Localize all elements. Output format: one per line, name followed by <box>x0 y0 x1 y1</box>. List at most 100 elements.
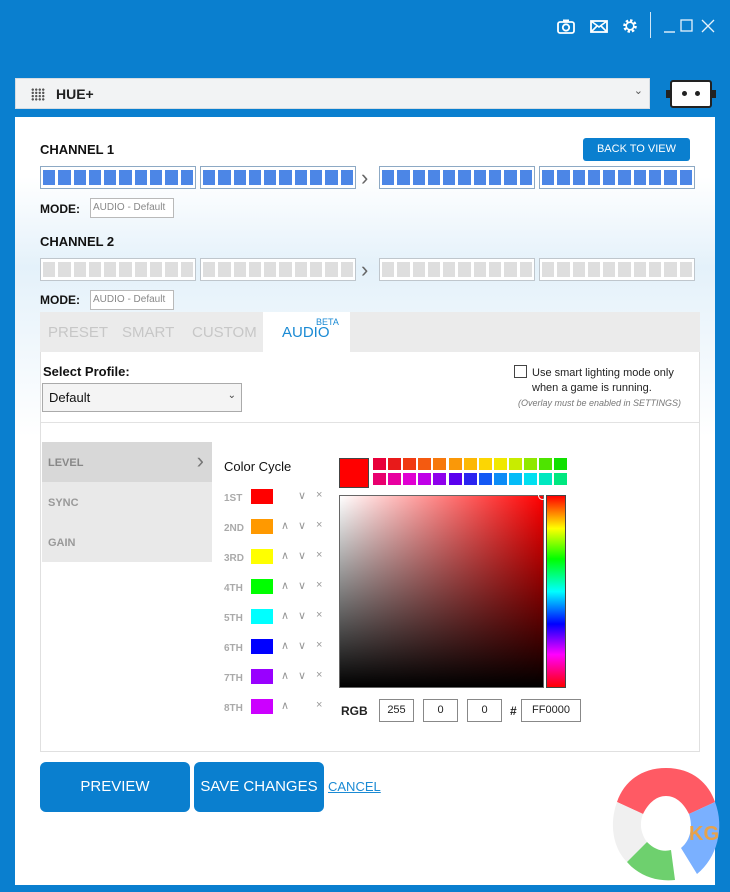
camera-icon[interactable] <box>556 16 576 36</box>
channel-1-strip-2[interactable] <box>200 166 356 189</box>
preview-button[interactable]: PREVIEW <box>40 762 190 812</box>
move-down-icon[interactable]: ∨ <box>298 579 306 592</box>
palette-swatch[interactable] <box>433 458 447 470</box>
cancel-link[interactable]: CANCEL <box>328 779 381 794</box>
remove-icon[interactable]: × <box>316 609 322 621</box>
palette-swatch[interactable] <box>539 458 553 470</box>
close-icon[interactable] <box>698 16 718 36</box>
led-cell <box>279 262 292 277</box>
menu-item-sync[interactable]: SYNC <box>42 482 212 522</box>
hex-input[interactable]: FF0000 <box>521 699 581 722</box>
led-cell <box>572 262 585 277</box>
remove-icon[interactable]: × <box>316 489 322 501</box>
gear-icon[interactable] <box>620 16 640 36</box>
color-cycle-title: Color Cycle <box>224 459 292 474</box>
green-input[interactable]: 0 <box>423 699 458 722</box>
move-up-icon[interactable]: ∧ <box>281 519 289 532</box>
channel-2-strip-1[interactable] <box>40 258 196 281</box>
color-swatch[interactable] <box>251 519 273 534</box>
hue-slider[interactable] <box>546 495 566 688</box>
palette-swatch[interactable] <box>508 458 522 470</box>
palette-swatch[interactable] <box>554 473 568 485</box>
remove-icon[interactable]: × <box>316 549 322 561</box>
move-down-icon[interactable]: ∨ <box>298 669 306 682</box>
tab-smart[interactable]: SMART <box>122 324 174 341</box>
palette-swatch[interactable] <box>539 473 553 485</box>
palette-swatch[interactable] <box>403 473 417 485</box>
tab-custom[interactable]: CUSTOM <box>192 324 257 341</box>
move-up-icon[interactable]: ∧ <box>281 549 289 562</box>
color-swatch[interactable] <box>251 549 273 564</box>
red-input[interactable]: 255 <box>379 699 414 722</box>
palette-swatch[interactable] <box>463 473 477 485</box>
color-swatch[interactable] <box>251 609 273 624</box>
remove-icon[interactable]: × <box>316 519 322 531</box>
led-cell <box>233 262 246 277</box>
tab-audio[interactable]: AUDIO BETA <box>263 312 350 352</box>
led-cell <box>134 262 148 277</box>
color-swatch[interactable] <box>251 639 273 654</box>
color-swatch[interactable] <box>251 579 273 594</box>
palette-swatch[interactable] <box>433 473 447 485</box>
palette-swatch[interactable] <box>463 458 477 470</box>
tab-preset[interactable]: PRESET <box>48 324 108 341</box>
maximize-icon[interactable] <box>677 16 697 36</box>
move-up-icon[interactable]: ∧ <box>281 639 289 652</box>
palette-swatch[interactable] <box>388 458 402 470</box>
palette-swatch[interactable] <box>403 458 417 470</box>
blue-input[interactable]: 0 <box>467 699 502 722</box>
move-up-icon[interactable]: ∧ <box>281 609 289 622</box>
smart-lighting-checkbox[interactable] <box>514 365 527 378</box>
palette-swatch[interactable] <box>493 473 507 485</box>
mail-icon[interactable] <box>589 16 609 36</box>
move-down-icon[interactable]: ∨ <box>298 609 306 622</box>
palette-swatch[interactable] <box>418 473 432 485</box>
menu-item-level[interactable]: LEVEL › <box>42 442 212 482</box>
channel-1-strip-3[interactable] <box>379 166 535 189</box>
move-up-icon[interactable]: ∧ <box>281 669 289 682</box>
remove-icon[interactable]: × <box>316 579 322 591</box>
channel-2-strip-4[interactable] <box>539 258 695 281</box>
saturation-value-picker[interactable] <box>339 495 544 688</box>
device-selector[interactable]: HUE+ ⌄ <box>15 78 650 109</box>
remove-icon[interactable]: × <box>316 669 322 681</box>
remove-icon[interactable]: × <box>316 699 322 711</box>
back-to-view-button[interactable]: BACK TO VIEW <box>583 138 690 161</box>
palette-swatch[interactable] <box>478 473 492 485</box>
menu-item-gain[interactable]: GAIN <box>42 522 212 562</box>
color-swatch[interactable] <box>251 669 273 684</box>
channel-1-mode-value: AUDIO - Default <box>90 198 174 218</box>
move-down-icon[interactable]: ∨ <box>298 549 306 562</box>
palette-swatch[interactable] <box>524 458 537 470</box>
move-up-icon[interactable]: ∧ <box>281 579 289 592</box>
move-up-icon[interactable]: ∧ <box>281 699 289 712</box>
channel-1-strip-4[interactable] <box>539 166 695 189</box>
color-swatch[interactable] <box>251 699 273 714</box>
audio-settings: Select Profile: Default ⌄ Use smart ligh… <box>40 352 700 752</box>
palette-swatch[interactable] <box>373 458 386 470</box>
move-down-icon[interactable]: ∨ <box>298 489 306 502</box>
palette-swatch[interactable] <box>448 458 462 470</box>
remove-icon[interactable]: × <box>316 639 322 651</box>
channel-2-strip-2[interactable] <box>200 258 356 281</box>
palette-swatch[interactable] <box>373 473 386 485</box>
color-swatch[interactable] <box>251 489 273 504</box>
palette-swatch[interactable] <box>554 458 568 470</box>
save-changes-button[interactable]: SAVE CHANGES <box>194 762 324 812</box>
palette-swatch[interactable] <box>478 458 492 470</box>
palette-swatch[interactable] <box>524 473 537 485</box>
palette-swatch[interactable] <box>388 473 402 485</box>
palette-swatch[interactable] <box>448 473 462 485</box>
move-down-icon[interactable]: ∨ <box>298 519 306 532</box>
channel-2-strip-3[interactable] <box>379 258 535 281</box>
profile-dropdown[interactable]: Default ⌄ <box>42 383 242 412</box>
palette-swatch[interactable] <box>493 458 507 470</box>
palette-swatch[interactable] <box>418 458 432 470</box>
led-cell <box>618 262 631 277</box>
move-down-icon[interactable]: ∨ <box>298 639 306 652</box>
color-cycle-label: 6TH <box>224 643 243 654</box>
chevron-down-icon: ⌄ <box>633 85 643 97</box>
palette-swatch[interactable] <box>508 473 522 485</box>
led-cell <box>412 170 425 185</box>
channel-1-strip-1[interactable] <box>40 166 196 189</box>
